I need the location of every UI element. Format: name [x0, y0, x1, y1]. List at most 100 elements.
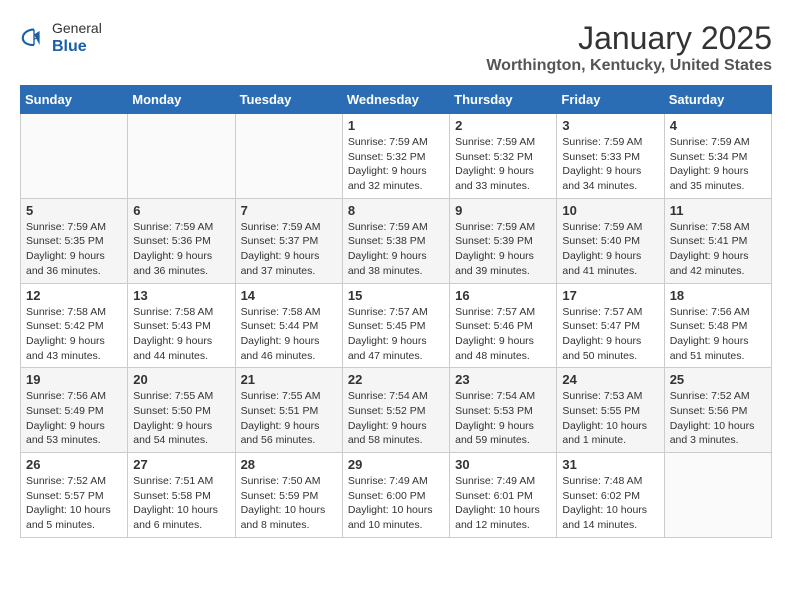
calendar-cell: 5 Sunrise: 7:59 AMSunset: 5:35 PMDaylight…	[21, 198, 128, 283]
day-number: 29	[348, 457, 444, 472]
calendar-cell: 23 Sunrise: 7:54 AMSunset: 5:53 PMDayligh…	[450, 368, 557, 453]
calendar-cell: 12 Sunrise: 7:58 AMSunset: 5:42 PMDayligh…	[21, 283, 128, 368]
day-number: 12	[26, 288, 122, 303]
day-info: Sunrise: 7:55 AMSunset: 5:51 PMDaylight:…	[241, 389, 337, 448]
day-number: 7	[241, 203, 337, 218]
weekday-header-row: SundayMondayTuesdayWednesdayThursdayFrid…	[21, 86, 772, 114]
day-number: 11	[670, 203, 766, 218]
day-number: 26	[26, 457, 122, 472]
day-number: 27	[133, 457, 229, 472]
day-info: Sunrise: 7:52 AMSunset: 5:57 PMDaylight:…	[26, 474, 122, 533]
day-number: 6	[133, 203, 229, 218]
day-number: 3	[562, 118, 658, 133]
logo: General Blue	[20, 20, 102, 56]
calendar-cell	[664, 453, 771, 538]
weekday-header-wednesday: Wednesday	[342, 86, 449, 114]
calendar-cell: 29 Sunrise: 7:49 AMSunset: 6:00 PMDayligh…	[342, 453, 449, 538]
day-number: 10	[562, 203, 658, 218]
header: General Blue January 2025 Worthington, K…	[20, 20, 772, 75]
week-row: 5 Sunrise: 7:59 AMSunset: 5:35 PMDaylight…	[21, 198, 772, 283]
weekday-header-friday: Friday	[557, 86, 664, 114]
day-info: Sunrise: 7:59 AMSunset: 5:39 PMDaylight:…	[455, 220, 551, 279]
calendar-cell: 21 Sunrise: 7:55 AMSunset: 5:51 PMDayligh…	[235, 368, 342, 453]
calendar-cell	[235, 114, 342, 199]
weekday-header-thursday: Thursday	[450, 86, 557, 114]
day-info: Sunrise: 7:58 AMSunset: 5:41 PMDaylight:…	[670, 220, 766, 279]
title-area: January 2025 Worthington, Kentucky, Unit…	[486, 20, 772, 75]
calendar-table: SundayMondayTuesdayWednesdayThursdayFrid…	[20, 85, 772, 538]
calendar-cell: 17Sunrise: 7:57 AMSunset: 5:47 PMDayligh…	[557, 283, 664, 368]
day-number: 23	[455, 372, 551, 387]
day-info: Sunrise: 7:59 AMSunset: 5:40 PMDaylight:…	[562, 220, 658, 279]
day-number: 15	[348, 288, 444, 303]
calendar-cell: 7 Sunrise: 7:59 AMSunset: 5:37 PMDaylight…	[235, 198, 342, 283]
calendar-cell: 3 Sunrise: 7:59 AMSunset: 5:33 PMDaylight…	[557, 114, 664, 199]
week-row: 1Sunrise: 7:59 AMSunset: 5:32 PMDaylight…	[21, 114, 772, 199]
day-info: Sunrise: 7:54 AMSunset: 5:52 PMDaylight:…	[348, 389, 444, 448]
calendar-cell: 11 Sunrise: 7:58 AMSunset: 5:41 PMDayligh…	[664, 198, 771, 283]
day-number: 20	[133, 372, 229, 387]
logo-text: General Blue	[52, 20, 102, 56]
day-number: 4	[670, 118, 766, 133]
day-info: Sunrise: 7:56 AMSunset: 5:48 PMDaylight:…	[670, 305, 766, 364]
day-number: 25	[670, 372, 766, 387]
calendar-cell: 6 Sunrise: 7:59 AMSunset: 5:36 PMDaylight…	[128, 198, 235, 283]
logo-icon	[20, 24, 48, 52]
day-number: 22	[348, 372, 444, 387]
day-number: 14	[241, 288, 337, 303]
weekday-header-monday: Monday	[128, 86, 235, 114]
month-title: January 2025	[486, 20, 772, 57]
day-info: Sunrise: 7:59 AMSunset: 5:36 PMDaylight:…	[133, 220, 229, 279]
day-info: Sunrise: 7:54 AMSunset: 5:53 PMDaylight:…	[455, 389, 551, 448]
calendar-cell: 16Sunrise: 7:57 AMSunset: 5:46 PMDayligh…	[450, 283, 557, 368]
day-info: Sunrise: 7:59 AMSunset: 5:32 PMDaylight:…	[455, 135, 551, 194]
calendar-cell: 27 Sunrise: 7:51 AMSunset: 5:58 PMDayligh…	[128, 453, 235, 538]
calendar-cell: 22 Sunrise: 7:54 AMSunset: 5:52 PMDayligh…	[342, 368, 449, 453]
calendar-cell	[128, 114, 235, 199]
calendar-cell	[21, 114, 128, 199]
day-info: Sunrise: 7:58 AMSunset: 5:42 PMDaylight:…	[26, 305, 122, 364]
day-info: Sunrise: 7:59 AMSunset: 5:32 PMDaylight:…	[348, 135, 444, 194]
day-info: Sunrise: 7:51 AMSunset: 5:58 PMDaylight:…	[133, 474, 229, 533]
calendar-cell: 1Sunrise: 7:59 AMSunset: 5:32 PMDaylight…	[342, 114, 449, 199]
weekday-header-tuesday: Tuesday	[235, 86, 342, 114]
day-info: Sunrise: 7:49 AMSunset: 6:01 PMDaylight:…	[455, 474, 551, 533]
day-info: Sunrise: 7:55 AMSunset: 5:50 PMDaylight:…	[133, 389, 229, 448]
calendar-cell: 14 Sunrise: 7:58 AMSunset: 5:44 PMDayligh…	[235, 283, 342, 368]
day-number: 24	[562, 372, 658, 387]
day-number: 8	[348, 203, 444, 218]
weekday-header-saturday: Saturday	[664, 86, 771, 114]
day-info: Sunrise: 7:59 AMSunset: 5:34 PMDaylight:…	[670, 135, 766, 194]
day-info: Sunrise: 7:58 AMSunset: 5:44 PMDaylight:…	[241, 305, 337, 364]
location: Worthington, Kentucky, United States	[486, 57, 772, 75]
calendar-cell: 13 Sunrise: 7:58 AMSunset: 5:43 PMDayligh…	[128, 283, 235, 368]
day-number: 17	[562, 288, 658, 303]
calendar-cell: 31 Sunrise: 7:48 AMSunset: 6:02 PMDayligh…	[557, 453, 664, 538]
day-info: Sunrise: 7:48 AMSunset: 6:02 PMDaylight:…	[562, 474, 658, 533]
day-info: Sunrise: 7:59 AMSunset: 5:35 PMDaylight:…	[26, 220, 122, 279]
day-info: Sunrise: 7:59 AMSunset: 5:33 PMDaylight:…	[562, 135, 658, 194]
day-number: 31	[562, 457, 658, 472]
day-number: 9	[455, 203, 551, 218]
day-number: 19	[26, 372, 122, 387]
day-info: Sunrise: 7:59 AMSunset: 5:37 PMDaylight:…	[241, 220, 337, 279]
day-info: Sunrise: 7:49 AMSunset: 6:00 PMDaylight:…	[348, 474, 444, 533]
day-number: 5	[26, 203, 122, 218]
calendar-cell: 10 Sunrise: 7:59 AMSunset: 5:40 PMDayligh…	[557, 198, 664, 283]
calendar-cell: 25Sunrise: 7:52 AMSunset: 5:56 PMDayligh…	[664, 368, 771, 453]
day-info: Sunrise: 7:50 AMSunset: 5:59 PMDaylight:…	[241, 474, 337, 533]
calendar-cell: 20 Sunrise: 7:55 AMSunset: 5:50 PMDayligh…	[128, 368, 235, 453]
day-info: Sunrise: 7:57 AMSunset: 5:46 PMDaylight:…	[455, 305, 551, 364]
day-info: Sunrise: 7:53 AMSunset: 5:55 PMDaylight:…	[562, 389, 658, 448]
weekday-header-sunday: Sunday	[21, 86, 128, 114]
day-number: 30	[455, 457, 551, 472]
calendar-cell: 4 Sunrise: 7:59 AMSunset: 5:34 PMDaylight…	[664, 114, 771, 199]
calendar-cell: 19 Sunrise: 7:56 AMSunset: 5:49 PMDayligh…	[21, 368, 128, 453]
day-number: 21	[241, 372, 337, 387]
day-number: 2	[455, 118, 551, 133]
calendar-cell: 18Sunrise: 7:56 AMSunset: 5:48 PMDayligh…	[664, 283, 771, 368]
calendar-cell: 28Sunrise: 7:50 AMSunset: 5:59 PMDayligh…	[235, 453, 342, 538]
day-info: Sunrise: 7:58 AMSunset: 5:43 PMDaylight:…	[133, 305, 229, 364]
day-info: Sunrise: 7:56 AMSunset: 5:49 PMDaylight:…	[26, 389, 122, 448]
day-number: 13	[133, 288, 229, 303]
